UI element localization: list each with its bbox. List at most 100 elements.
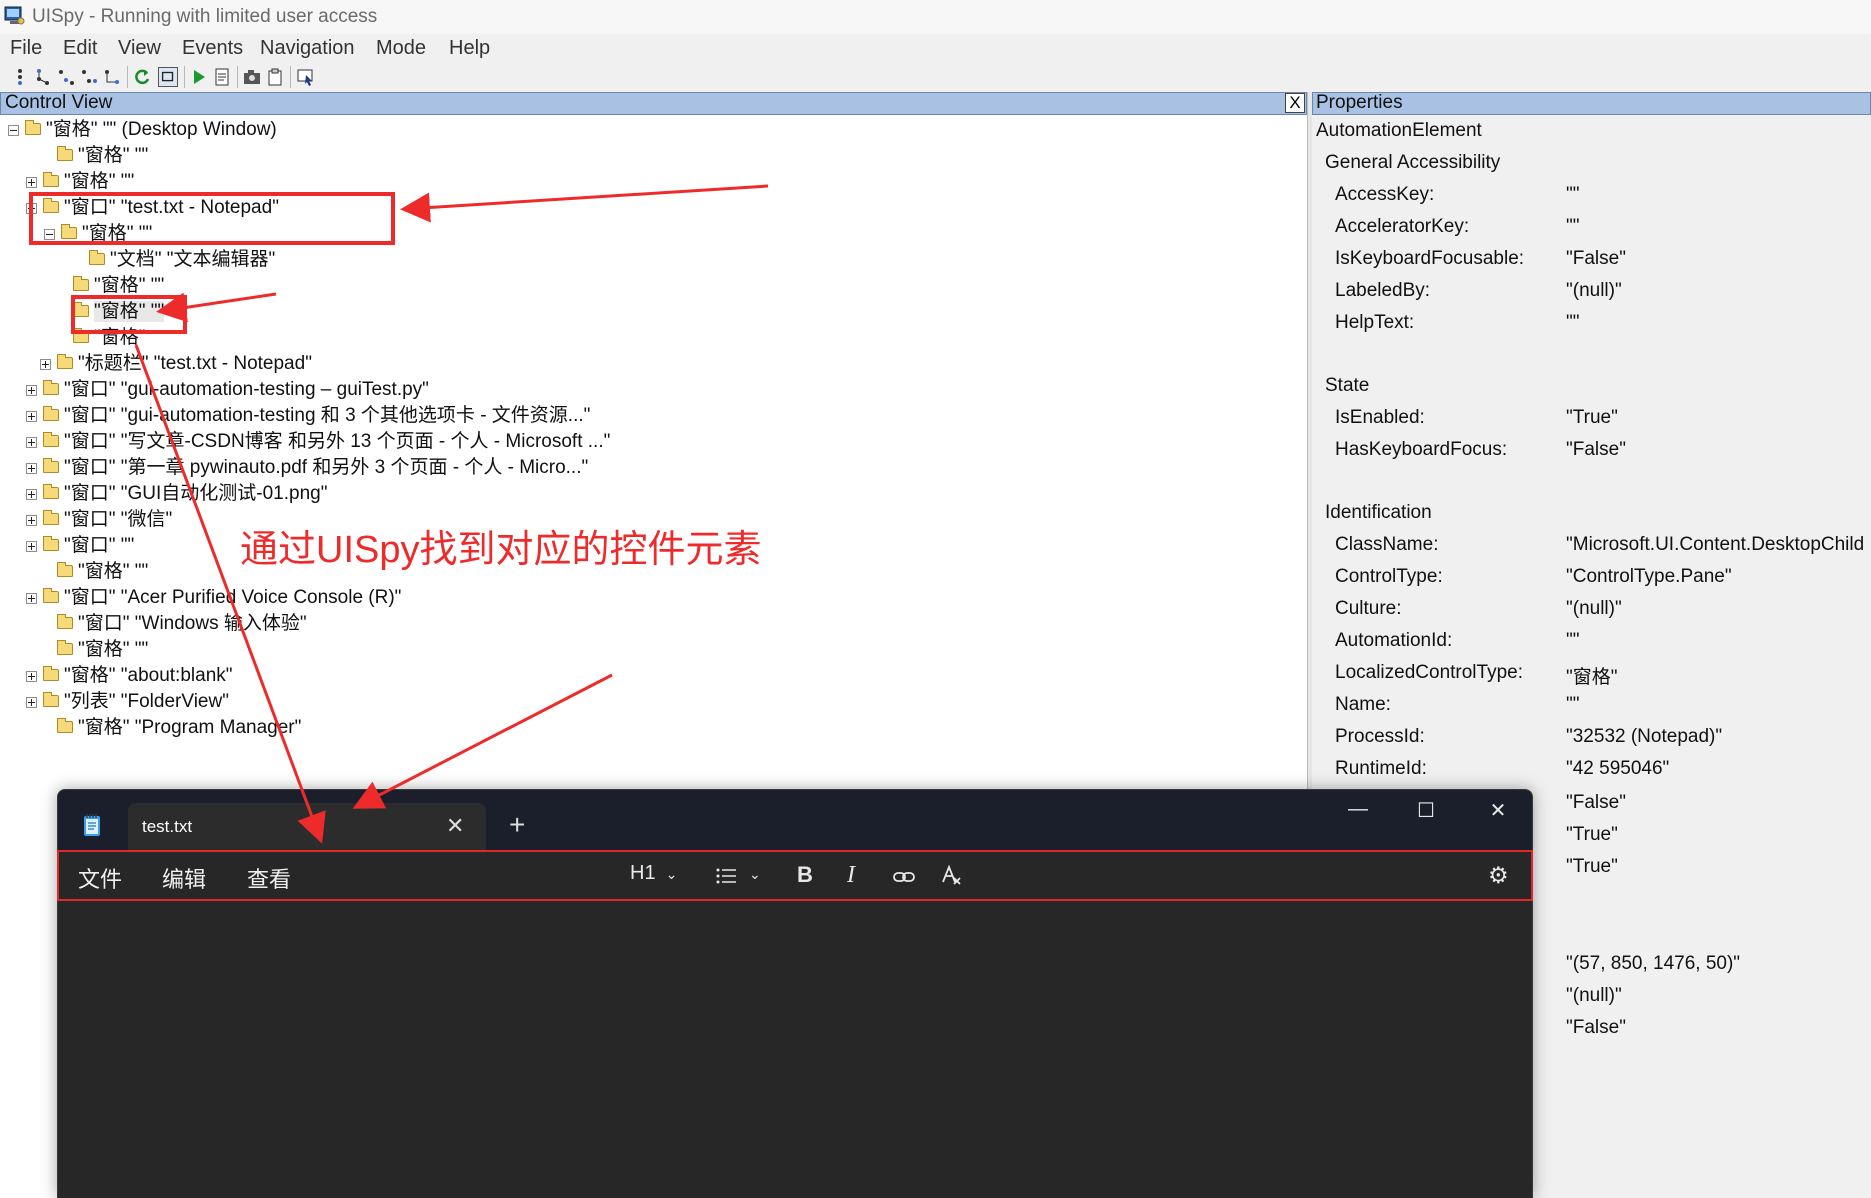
menu-view[interactable]: View (118, 37, 161, 60)
tree-item[interactable]: "列表" "FolderView" (26, 689, 229, 715)
folder-icon (57, 146, 73, 161)
expand-plus-icon[interactable] (26, 489, 37, 500)
toolbar-separator (290, 66, 291, 88)
menu-mode[interactable]: Mode (376, 37, 426, 60)
expand-plus-icon[interactable] (26, 411, 37, 422)
tree-item[interactable]: "窗口" "gui-automation-testing – guiTest.p… (26, 377, 429, 403)
menu-navigation[interactable]: Navigation (260, 37, 355, 60)
control-view-close-button[interactable]: X (1285, 93, 1305, 113)
folder-icon (57, 640, 73, 655)
notepad-menu-edit[interactable]: 编辑 (162, 862, 206, 894)
tree-item[interactable]: "窗口" "Windows 输入体验" (40, 611, 307, 637)
notepad-app-icon (84, 814, 100, 836)
hover-mode-icon[interactable] (296, 67, 316, 87)
close-window-button[interactable]: ✕ (1478, 798, 1518, 822)
folder-icon (89, 250, 105, 265)
maximize-button[interactable]: ☐ (1406, 798, 1446, 822)
menu-help[interactable]: Help (449, 37, 490, 60)
expand-plus-icon[interactable] (26, 437, 37, 448)
notepad-text-area[interactable] (58, 901, 1532, 1198)
tree-item[interactable]: "窗格" "Program Manager" (40, 715, 301, 741)
camera-icon[interactable] (242, 67, 262, 87)
tree-item[interactable]: "窗格" "" (Desktop Window) (8, 117, 277, 143)
run-icon[interactable] (189, 67, 209, 87)
property-value: "42 595046" (1566, 758, 1670, 779)
link-icon[interactable] (892, 868, 916, 886)
tree-item-label: "标题栏" "test.txt - Notepad" (78, 353, 312, 374)
expand-plus-icon[interactable] (26, 177, 37, 188)
expand-plus-icon[interactable] (26, 385, 37, 396)
italic-icon[interactable]: I (847, 862, 855, 889)
document-icon[interactable] (212, 67, 232, 87)
property-key: IsEnabled: (1335, 407, 1425, 428)
expand-plus-icon[interactable] (26, 697, 37, 708)
tree-item-label: "窗口" "写文章-CSDN博客 和另外 13 个页面 - 个人 - Micro… (64, 431, 611, 452)
tree-item-label: "窗格" "" (78, 561, 149, 582)
tree-item[interactable]: "窗格" "" (40, 559, 148, 585)
tree-item[interactable]: "文档" "文本编辑器" (72, 247, 275, 273)
new-tab-button[interactable]: + (509, 811, 525, 839)
expand-plus-icon[interactable] (26, 463, 37, 474)
notepad-menu-file[interactable]: 文件 (78, 862, 122, 894)
property-value: "Microsoft.UI.Content.DesktopChild (1566, 534, 1865, 555)
clear-formatting-icon[interactable] (940, 864, 964, 888)
tree-parent-icon[interactable] (33, 67, 53, 87)
settings-gear-icon[interactable]: ⚙ (1488, 862, 1509, 889)
tree-item[interactable]: "标题栏" "test.txt - Notepad" (40, 351, 312, 377)
tree-item[interactable]: "窗口" "第一章 pywinauto.pdf 和另外 3 个页面 - 个人 -… (26, 455, 588, 481)
property-key: HasKeyboardFocus: (1335, 439, 1508, 460)
bold-icon[interactable]: B (797, 862, 813, 888)
uispy-app-icon (4, 6, 25, 25)
folder-icon (57, 718, 73, 733)
expand-plus-icon[interactable] (40, 359, 51, 370)
tree-item-label: "窗格" "about:blank" (64, 665, 233, 686)
property-key: ControlType: (1335, 566, 1443, 587)
notepad-tab-label: test.txt (142, 817, 193, 836)
properties-root-label: AutomationElement (1316, 120, 1482, 141)
property-value: "True" (1566, 856, 1618, 877)
tree-item[interactable]: "窗口" "" (26, 533, 134, 559)
tree-item[interactable]: "窗格" "about:blank" (26, 663, 233, 689)
notepad-menu-view[interactable]: 查看 (247, 862, 291, 894)
highlight-rect-icon[interactable] (158, 67, 178, 87)
highlight-box-notepad-window (29, 192, 395, 245)
expand-plus-icon[interactable] (26, 515, 37, 526)
list-icon[interactable] (715, 866, 739, 886)
menu-file[interactable]: File (10, 37, 42, 60)
tree-item[interactable]: "窗口" "写文章-CSDN博客 和另外 13 个页面 - 个人 - Micro… (26, 429, 610, 455)
tree-item[interactable]: "窗口" "gui-automation-testing 和 3 个其他选项卡 … (26, 403, 590, 429)
close-tab-icon[interactable]: ✕ (446, 813, 464, 839)
tree-item[interactable]: "窗格" "" (40, 143, 148, 169)
tree-item-label: "窗格" "" (64, 171, 135, 192)
menu-events[interactable]: Events (182, 37, 243, 60)
expand-plus-icon[interactable] (26, 541, 37, 552)
folder-icon (43, 484, 59, 499)
tree-last-icon[interactable] (102, 67, 122, 87)
heading-dropdown[interactable]: H1 ⌄ (630, 862, 677, 885)
refresh-icon[interactable] (132, 67, 152, 87)
tree-item[interactable]: "窗格" "" (40, 637, 148, 663)
tree-item[interactable]: "窗口" "Acer Purified Voice Console (R)" (26, 585, 401, 611)
tree-item[interactable]: "窗口" "GUI自动化测试-01.png" (26, 481, 327, 507)
property-value: "(null)" (1566, 598, 1622, 619)
property-value: "(null)" (1566, 985, 1622, 1006)
property-value: "False" (1566, 1017, 1626, 1038)
folder-icon (73, 276, 89, 291)
chevron-down-icon[interactable]: ⌄ (749, 866, 761, 883)
expand-plus-icon[interactable] (26, 593, 37, 604)
toolbar-separator (127, 66, 128, 88)
expand-plus-icon[interactable] (26, 671, 37, 682)
property-key: Culture: (1335, 598, 1402, 619)
tree-first-child-icon[interactable] (56, 67, 76, 87)
annotation-text: 通过UISpy找到对应的控件元素 (240, 529, 762, 571)
property-section-title: General Accessibility (1325, 152, 1501, 173)
property-section-title: Identification (1325, 502, 1432, 523)
tree-next-sibling-icon[interactable] (79, 67, 99, 87)
menu-edit[interactable]: Edit (63, 37, 97, 60)
collapse-minus-icon[interactable] (8, 125, 19, 136)
minimize-button[interactable]: — (1338, 798, 1378, 822)
tree-step-icon[interactable] (10, 67, 30, 87)
tree-item[interactable]: "窗口" "微信" (26, 507, 172, 533)
property-key: ProcessId: (1335, 726, 1425, 747)
clipboard-icon[interactable] (265, 67, 285, 87)
